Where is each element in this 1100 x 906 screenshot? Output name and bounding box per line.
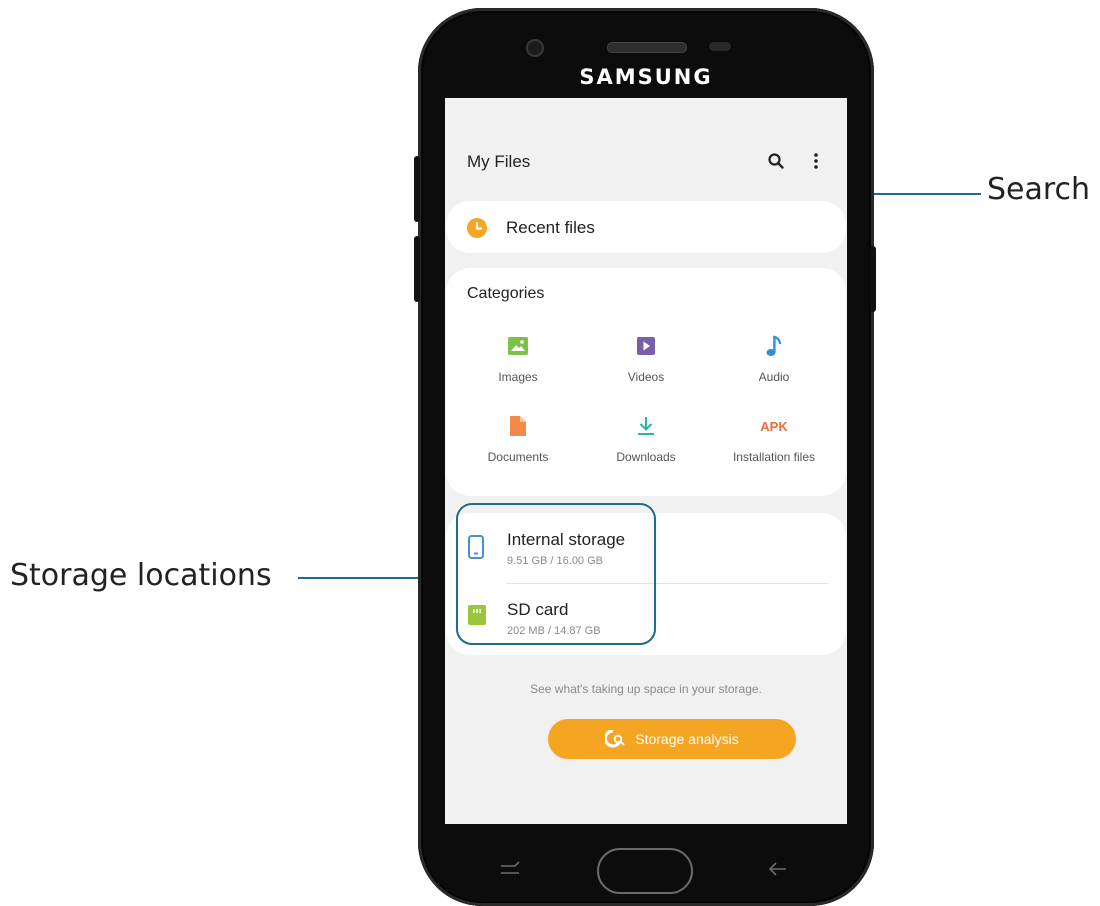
back-key-icon[interactable] [768, 856, 788, 884]
screen: My Files Recent files Categories Images … [445, 98, 847, 824]
recent-files-card[interactable]: Recent files [446, 201, 846, 253]
bixby-button [414, 236, 420, 302]
document-icon [506, 414, 530, 438]
category-label: Downloads [616, 450, 676, 464]
category-audio[interactable]: Audio [712, 334, 836, 384]
video-icon [634, 334, 658, 358]
earpiece [607, 42, 687, 53]
proximity-sensor [709, 42, 731, 51]
front-camera [526, 39, 544, 57]
storage-analysis-label: Storage analysis [635, 731, 739, 747]
category-label: Installation files [732, 450, 816, 464]
music-note-icon [762, 334, 786, 358]
categories-card: Categories Images Videos Audio Documents… [446, 268, 846, 496]
home-button[interactable] [597, 848, 693, 894]
categories-title: Categories [467, 285, 545, 302]
category-videos[interactable]: Videos [584, 334, 708, 384]
recent-files-label: Recent files [506, 218, 595, 237]
phone-device: SAMSUNG My Files Recent files Categories… [414, 8, 876, 906]
apk-glyph: APK [760, 418, 788, 434]
callout-storage-label: Storage locations [10, 558, 272, 593]
category-downloads[interactable]: Downloads [584, 414, 708, 464]
category-label: Audio [758, 370, 790, 384]
page-title: My Files [467, 152, 531, 171]
image-icon [506, 334, 530, 358]
storage-analysis-icon [605, 730, 625, 748]
callout-search-label: Search [987, 172, 1091, 207]
category-label: Videos [627, 370, 665, 384]
recents-key-icon[interactable] [500, 856, 520, 884]
more-options-button[interactable] [803, 148, 829, 174]
category-images[interactable]: Images [456, 334, 580, 384]
search-icon [768, 153, 784, 169]
category-documents[interactable]: Documents [456, 414, 580, 464]
clock-icon [467, 218, 487, 238]
category-installation-files[interactable]: APK Installation files [712, 414, 836, 465]
brand-logo: SAMSUNG [579, 65, 713, 89]
storage-hint-text: See what's taking up space in your stora… [530, 682, 762, 696]
volume-button [414, 156, 420, 222]
more-vertical-icon [814, 153, 818, 169]
storage-locations-highlight [456, 503, 656, 645]
category-label: Documents [487, 450, 549, 464]
download-icon [634, 414, 658, 438]
search-button[interactable] [763, 148, 789, 174]
storage-analysis-button[interactable]: Storage analysis [548, 719, 796, 759]
category-label: Images [498, 370, 538, 384]
apk-icon: APK [760, 414, 788, 438]
power-button [870, 246, 876, 312]
